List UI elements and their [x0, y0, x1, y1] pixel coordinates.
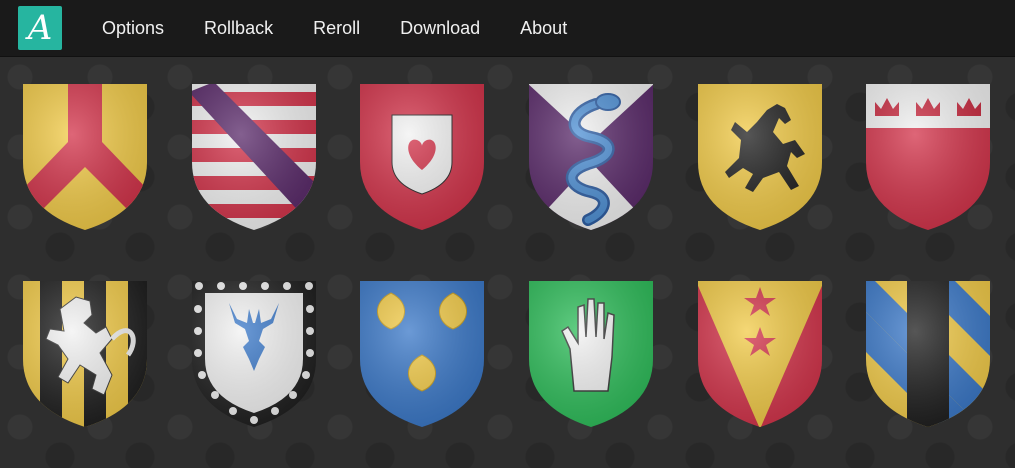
gold-black-paly-lion-shield[interactable]	[20, 279, 150, 429]
download-menu[interactable]: Download	[380, 0, 500, 56]
gold-black-horse-shield[interactable]	[695, 82, 825, 232]
azure-three-shells-shield[interactable]	[357, 279, 487, 429]
top-navigation-bar: A Options Rollback Reroll Download About	[0, 0, 1015, 57]
reroll-menu[interactable]: Reroll	[293, 0, 380, 56]
coat-of-arms-gallery	[0, 57, 1015, 468]
gold-red-pall-shield[interactable]	[20, 82, 150, 232]
gold-gules-stars-shield[interactable]	[695, 279, 825, 429]
vert-hand-shield[interactable]	[526, 279, 656, 429]
rollback-menu[interactable]: Rollback	[184, 0, 293, 56]
argent-stag-bordure-shield[interactable]	[189, 279, 319, 429]
about-menu[interactable]: About	[500, 0, 587, 56]
argent-gules-bendy-purple-bend-shield[interactable]	[189, 82, 319, 232]
gules-heart-inescutcheon-shield[interactable]	[357, 82, 487, 232]
azure-gold-bendy-black-pale-shield[interactable]	[863, 279, 993, 429]
purple-argent-serpent-shield[interactable]	[526, 82, 656, 232]
options-menu[interactable]: Options	[82, 0, 184, 56]
gules-crowns-chief-shield[interactable]	[863, 82, 993, 232]
app-logo[interactable]: A	[18, 6, 62, 50]
